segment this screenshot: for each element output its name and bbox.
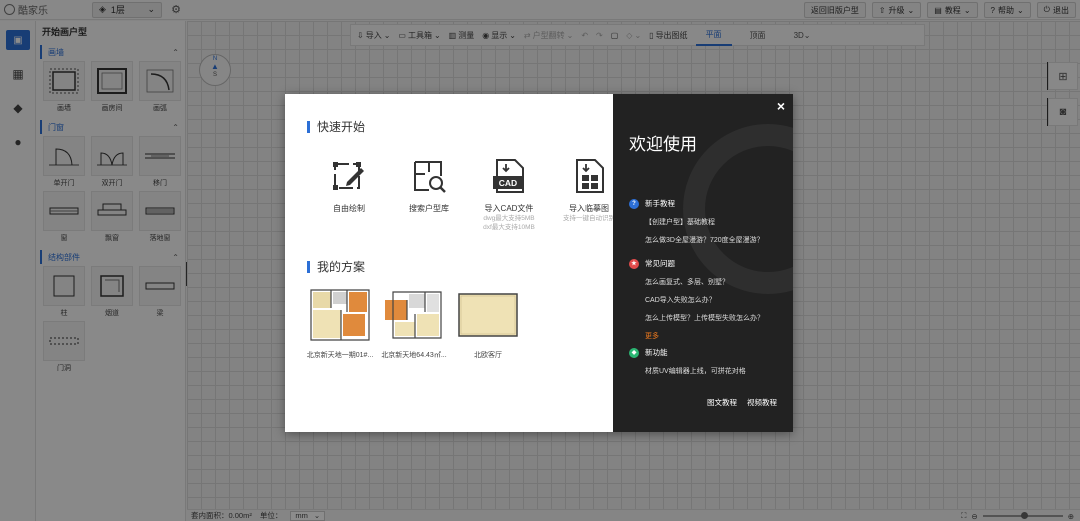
quick-start-heading: 快速开始 [307,118,365,135]
welcome-dialog: 快速开始 自由绘制 搜索户型库 CAD 导入CAD文件 dwg最大支持5MB d… [285,94,793,432]
action-label: 搜索户型库 [409,204,449,213]
faq-group: ★ 常见问题 怎么画复式、多层、别墅？ CAD导入失败怎么办？ 怎么上传模型？上传… [629,258,764,349]
plan-card[interactable]: 北欧客厅 [455,286,521,360]
free-draw-button[interactable]: 自由绘制 [309,156,389,232]
plan-label: 北京新天地一期01#... [306,352,374,359]
plan-label: 北欧客厅 [474,352,502,359]
quick-start-title: 快速开始 [317,120,366,134]
welcome-title: 欢迎使用 [629,135,697,154]
dialog-sidebar: × 欢迎使用 ? 新手教程 【创建户型】基础教程 怎么做3D全屋漫游？720度全屋… [613,94,793,432]
plan-card[interactable]: 北京新天地一期01#... [307,286,373,360]
plan-thumbnail [310,289,370,341]
draw-icon [333,162,364,190]
plan-thumbnail [458,293,518,337]
my-plans-title: 我的方案 [317,260,366,274]
plan-thumbnail [385,291,442,339]
svg-text:CAD: CAD [499,178,517,188]
tutorial-icon: ? [629,198,639,209]
feature-link[interactable]: 材质UV编辑器上线，可拼花对格 [629,366,746,376]
group-title: 新手教程 [645,199,675,208]
action-sublabel: dwg最大支持5MB dxf最大支持10MB [483,215,535,231]
my-plans-heading: 我的方案 [307,258,365,275]
dialog-main: 快速开始 自由绘制 搜索户型库 CAD 导入CAD文件 dwg最大支持5MB d… [285,94,615,432]
new-features-group: ◆ 新功能 材质UV编辑器上线，可拼花对格 [629,347,746,384]
group-title: 常见问题 [645,259,675,268]
new-feature-icon: ◆ [629,347,639,358]
faq-more-link[interactable]: 更多 [629,331,764,341]
group-title: 新功能 [645,348,668,357]
search-floorplan-button[interactable]: 搜索户型库 [389,156,469,232]
tutorial-link[interactable]: 【创建户型】基础教程 [629,217,764,227]
action-label: 导入临摹图 [569,204,609,213]
star-icon: ★ [629,258,639,269]
close-button[interactable]: × [777,98,785,114]
sketch-icon [576,159,604,193]
action-sublabel: 支持一键自动识别 [563,215,615,222]
action-label: 自由绘制 [333,204,365,213]
plan-card[interactable]: 北京新天地64.43㎡... [381,286,447,360]
video-tutorial-link[interactable]: 视频教程 [747,397,777,408]
import-cad-button[interactable]: CAD 导入CAD文件 dwg最大支持5MB dxf最大支持10MB [469,156,549,232]
plan-label: 北京新天地64.43㎡... [381,352,447,359]
article-tutorial-link[interactable]: 图文教程 [707,397,737,408]
faq-link[interactable]: 怎么上传模型？上传模型失败怎么办？ [629,313,764,323]
beginner-tutorial-group: ? 新手教程 【创建户型】基础教程 怎么做3D全屋漫游？720度全屋漫游？ [629,198,764,253]
search-floorplan-icon [414,161,446,193]
faq-link[interactable]: 怎么画复式、多层、别墅？ [629,277,764,287]
tutorial-link[interactable]: 怎么做3D全屋漫游？720度全屋漫游？ [629,235,764,245]
faq-link[interactable]: CAD导入失败怎么办？ [629,295,764,305]
tutorial-links: 图文教程 视频教程 [707,397,777,408]
cad-icon: CAD [493,159,524,193]
action-label: 导入CAD文件 [484,204,534,213]
